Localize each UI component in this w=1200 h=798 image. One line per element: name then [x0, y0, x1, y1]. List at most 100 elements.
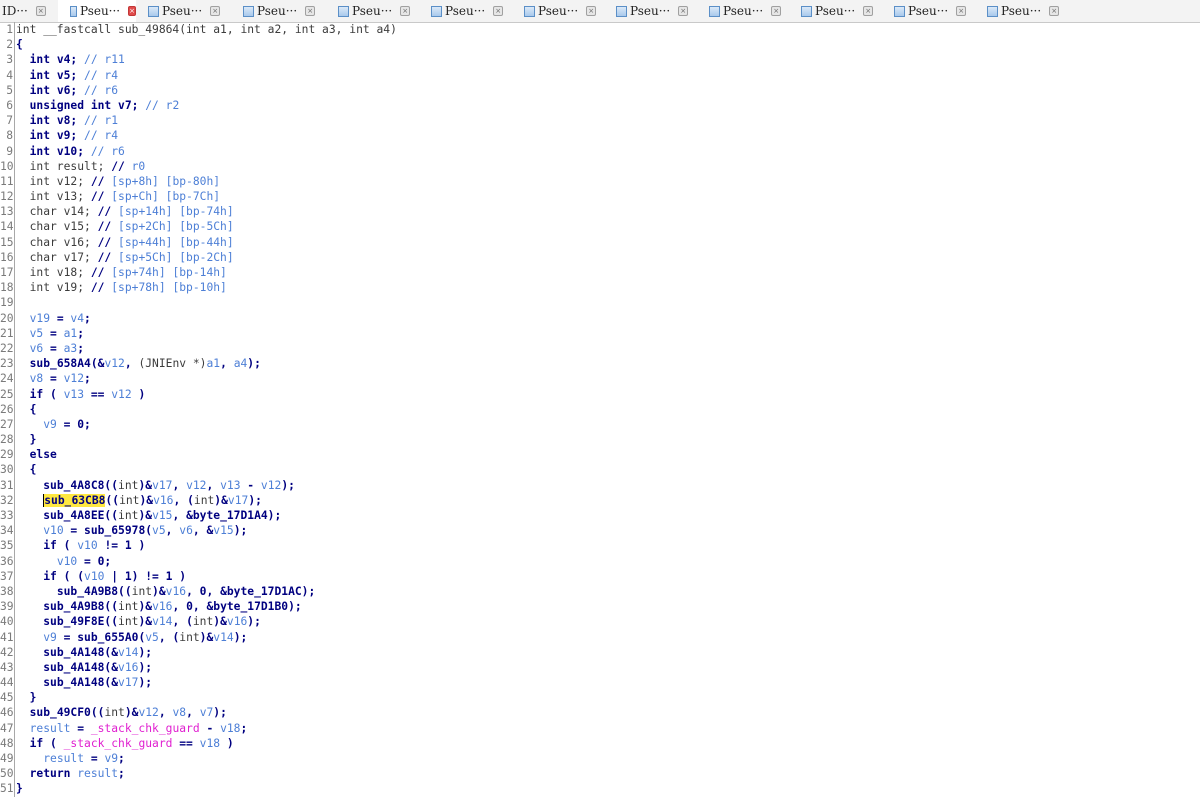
- code-line[interactable]: 38 sub_4A9B8((int)&v16, 0, &byte_17D1AC)…: [0, 583, 1200, 600]
- code-line[interactable]: 36 v10 = 0;: [0, 553, 1200, 569]
- close-icon[interactable]: ×: [771, 6, 782, 16]
- code-line[interactable]: 49 result = v9;: [0, 751, 1200, 767]
- close-icon[interactable]: ×: [400, 6, 411, 16]
- code-token: v12: [104, 357, 125, 371]
- pseudocode-icon: [801, 5, 812, 17]
- tab-7[interactable]: Pseu··· ×: [604, 0, 697, 22]
- close-icon[interactable]: ×: [1049, 6, 1060, 16]
- code-line[interactable]: 31 sub_4A8C8((int)&v17, v12, v13 - v12);: [0, 477, 1200, 493]
- close-icon[interactable]: ×: [678, 6, 689, 16]
- code-line[interactable]: 45 }: [0, 690, 1200, 706]
- code-line[interactable]: 32 sub_63CB8((int)&v16, (int)&v17);: [0, 492, 1200, 508]
- code-text: int v18; // [sp+74h] [bp-14h]: [15, 265, 227, 280]
- code-line[interactable]: 14 char v15; // [sp+2Ch] [bp-5Ch]: [0, 219, 1200, 235]
- code-line[interactable]: 34 v10 = sub_65978(v5, v6, &v15);: [0, 523, 1200, 539]
- tab-11[interactable]: Pseu··· ×: [975, 0, 1068, 22]
- code-line[interactable]: 10 int result; // r0: [0, 158, 1200, 174]
- code-line[interactable]: 20 v19 = v4;: [0, 310, 1200, 326]
- code-line[interactable]: 24 v8 = v12;: [0, 371, 1200, 387]
- code-line[interactable]: 11 int v12; // [sp+8h] [bp-80h]: [0, 173, 1200, 190]
- tab-10[interactable]: Pseu··· ×: [882, 0, 975, 22]
- code-token: v15: [213, 524, 234, 538]
- code-line[interactable]: 42 sub_4A148(&v14);: [0, 644, 1200, 660]
- code-line[interactable]: 8 int v9; // r4: [0, 128, 1200, 144]
- code-token: ): [220, 736, 234, 750]
- code-line[interactable]: 3 int v4; // r11: [0, 52, 1200, 68]
- code-text: sub_4A9B8((int)&v16, 0, &byte_17D1AC);: [15, 584, 315, 599]
- close-icon[interactable]: ×: [956, 6, 967, 16]
- code-line[interactable]: 51}: [0, 781, 1200, 797]
- tab-8[interactable]: Pseu··· ×: [697, 0, 789, 22]
- code-line[interactable]: 28 }: [0, 432, 1200, 448]
- code-line[interactable]: 15 char v16; // [sp+44h] [bp-44h]: [0, 234, 1200, 250]
- code-line[interactable]: 18 int v19; // [sp+78h] [bp-10h]: [0, 280, 1200, 296]
- code-line[interactable]: 44 sub_4A148(&v17);: [0, 675, 1200, 691]
- code-line[interactable]: 9 int v10; // r6: [0, 143, 1200, 159]
- code-line[interactable]: 33 sub_4A8EE((int)&v15, &byte_17D1A4);: [0, 508, 1200, 524]
- code-line[interactable]: 1 int __fastcall sub_49864(int a1, int a2…: [0, 22, 1200, 38]
- pseudocode-editor[interactable]: 1 int __fastcall sub_49864(int a1, int a2…: [0, 22, 1200, 798]
- code-line[interactable]: 50 return result;: [0, 766, 1200, 782]
- code-line[interactable]: 26 {: [0, 401, 1200, 417]
- code-line[interactable]: 46 sub_49CF0((int)&v12, v8, v7);: [0, 705, 1200, 721]
- close-icon[interactable]: ×: [210, 6, 221, 16]
- code-line[interactable]: 12 int v13; // [sp+Ch] [bp-7Ch]: [0, 189, 1200, 205]
- code-token: int v9;: [29, 129, 78, 143]
- close-icon[interactable]: ×: [586, 6, 597, 16]
- code-token: ;: [118, 752, 125, 765]
- close-icon[interactable]: ×: [863, 6, 874, 16]
- code-line[interactable]: 39 sub_4A9B8((int)&v16, 0, &byte_17D1B0)…: [0, 599, 1200, 615]
- tab-9[interactable]: Pseu··· ×: [789, 0, 882, 22]
- close-icon[interactable]: ×: [128, 6, 136, 16]
- code-line[interactable]: 2{: [0, 37, 1200, 53]
- line-number: 12: [0, 189, 15, 205]
- code-line[interactable]: 7 int v8; // r1: [0, 113, 1200, 129]
- code-line[interactable]: 47 result = _stack_chk_guard - v18;: [0, 720, 1200, 736]
- tab-2[interactable]: Pseu··· ×: [136, 0, 231, 22]
- code-line[interactable]: 30 {: [0, 462, 1200, 478]
- code-token: )&: [138, 478, 153, 492]
- close-icon[interactable]: ×: [35, 6, 46, 16]
- code-line[interactable]: 35 if ( v10 != 1 ): [0, 538, 1200, 554]
- code-line[interactable]: 29 else: [0, 447, 1200, 463]
- tab-3[interactable]: Pseu··· ×: [231, 0, 326, 22]
- code-token: )&: [152, 584, 166, 598]
- code-token: //: [111, 159, 125, 173]
- code-line[interactable]: 25 if ( v13 == v12 ): [0, 386, 1200, 402]
- code-token: _stack_chk_guard: [90, 721, 200, 735]
- code-line[interactable]: 22 v6 = a3;: [0, 340, 1200, 357]
- line-number: 5: [0, 82, 15, 98]
- code-line[interactable]: 37 if ( (v10 | 1) != 1 ): [0, 568, 1200, 584]
- code-token: );: [138, 660, 153, 674]
- code-line[interactable]: 40 sub_49F8E((int)&v14, (int)&v16);: [0, 614, 1200, 630]
- code-line[interactable]: 6 unsigned int v7; // r2: [0, 97, 1200, 114]
- close-icon[interactable]: ×: [493, 6, 504, 16]
- code-line[interactable]: 13 char v14; // [sp+14h] [bp-74h]: [0, 204, 1200, 220]
- code-token: v17: [152, 478, 173, 492]
- code-token: );: [247, 615, 261, 629]
- code-line[interactable]: 43 sub_4A148(&v16);: [0, 659, 1200, 676]
- tab-1[interactable]: Pseu··· ×: [58, 0, 136, 22]
- code-line[interactable]: 19: [0, 295, 1200, 311]
- tab-0[interactable]: ID··· ×: [0, 0, 58, 22]
- code-line[interactable]: 4 int v5; // r4: [0, 67, 1200, 83]
- code-token: )&: [124, 706, 139, 720]
- code-line[interactable]: 27 v9 = 0;: [0, 416, 1200, 433]
- code-line[interactable]: 41 v9 = sub_655A0(v5, (int)&v14);: [0, 629, 1200, 645]
- code-line[interactable]: 21 v5 = a1;: [0, 325, 1200, 341]
- tab-5[interactable]: Pseu··· ×: [419, 0, 512, 22]
- tab-4[interactable]: Pseu··· ×: [326, 0, 419, 22]
- pseudocode-icon: [431, 5, 442, 17]
- code-line[interactable]: 16 char v17; // [sp+5Ch] [bp-2Ch]: [0, 249, 1200, 265]
- code-token: v10: [43, 524, 64, 538]
- code-line[interactable]: 23 sub_658A4(&v12, (JNIEnv *)a1, a4);: [0, 356, 1200, 372]
- close-icon[interactable]: ×: [305, 6, 316, 16]
- code-line[interactable]: 48 if ( _stack_chk_guard == v18 ): [0, 735, 1200, 751]
- code-line[interactable]: 17 int v18; // [sp+74h] [bp-14h]: [0, 265, 1200, 281]
- tab-6[interactable]: Pseu··· ×: [512, 0, 604, 22]
- code-line[interactable]: 5 int v6; // r6: [0, 82, 1200, 98]
